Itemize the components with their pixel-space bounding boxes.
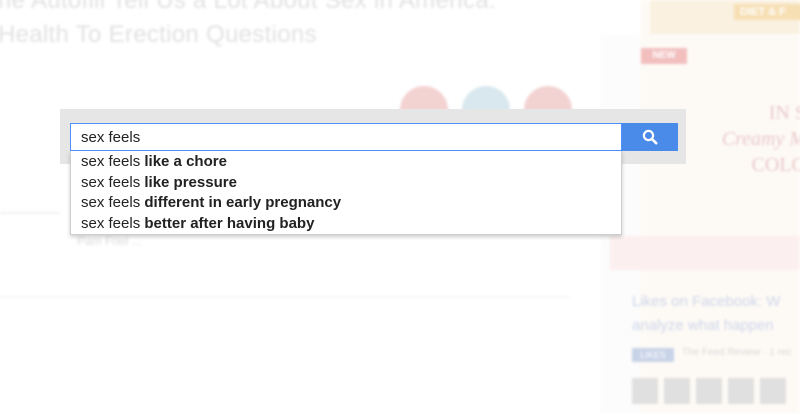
headline-line-1: ne Autofill Tell Us a Lot About Sex in A… — [0, 0, 496, 14]
search-button[interactable] — [622, 123, 678, 151]
promo-line-3: COLO — [751, 154, 800, 176]
divider — [0, 212, 60, 214]
headline-line-2: Health To Erection Questions — [0, 21, 317, 48]
thumbnail[interactable] — [632, 378, 658, 404]
sidebar-banner-button[interactable]: DIET & F — [734, 4, 800, 20]
sidebar-tag: LIKES — [632, 348, 674, 362]
thumbnail[interactable] — [664, 378, 690, 404]
divider — [0, 296, 570, 298]
article-headline: ne Autofill Tell Us a Lot About Sex in A… — [0, 0, 618, 52]
sidebar-story-link[interactable]: Likes on Facebook: W analyze what happen — [632, 290, 800, 338]
suggestion-item[interactable]: sex feels different in early pregnancy — [71, 193, 621, 214]
promo-line-1: IN S — [768, 102, 800, 124]
autocomplete-dropdown: sex feels like a chore sex feels like pr… — [70, 151, 622, 235]
promo-line-2: Creamy M — [721, 128, 800, 150]
author-text: Pam Friel ... — [77, 234, 142, 248]
sidebar-tag-caption: The Feed Review · 1 rec — [682, 347, 792, 358]
suggestion-item[interactable]: sex feels like pressure — [71, 173, 621, 194]
thumbnail[interactable] — [696, 378, 722, 404]
sidebar-promo[interactable]: IN S Creamy M COLO — [696, 100, 800, 178]
suggestion-item[interactable]: sex feels like a chore — [71, 152, 621, 173]
sidebar-thumbnails — [632, 378, 792, 409]
search-icon — [642, 129, 658, 145]
new-badge: NEW — [641, 48, 687, 64]
thumbnail[interactable] — [760, 378, 786, 404]
search-input[interactable] — [70, 123, 622, 151]
suggestion-item[interactable]: sex feels better after having baby — [71, 214, 621, 235]
thumbnail[interactable] — [728, 378, 754, 404]
sidebar-promo-band — [610, 236, 800, 270]
